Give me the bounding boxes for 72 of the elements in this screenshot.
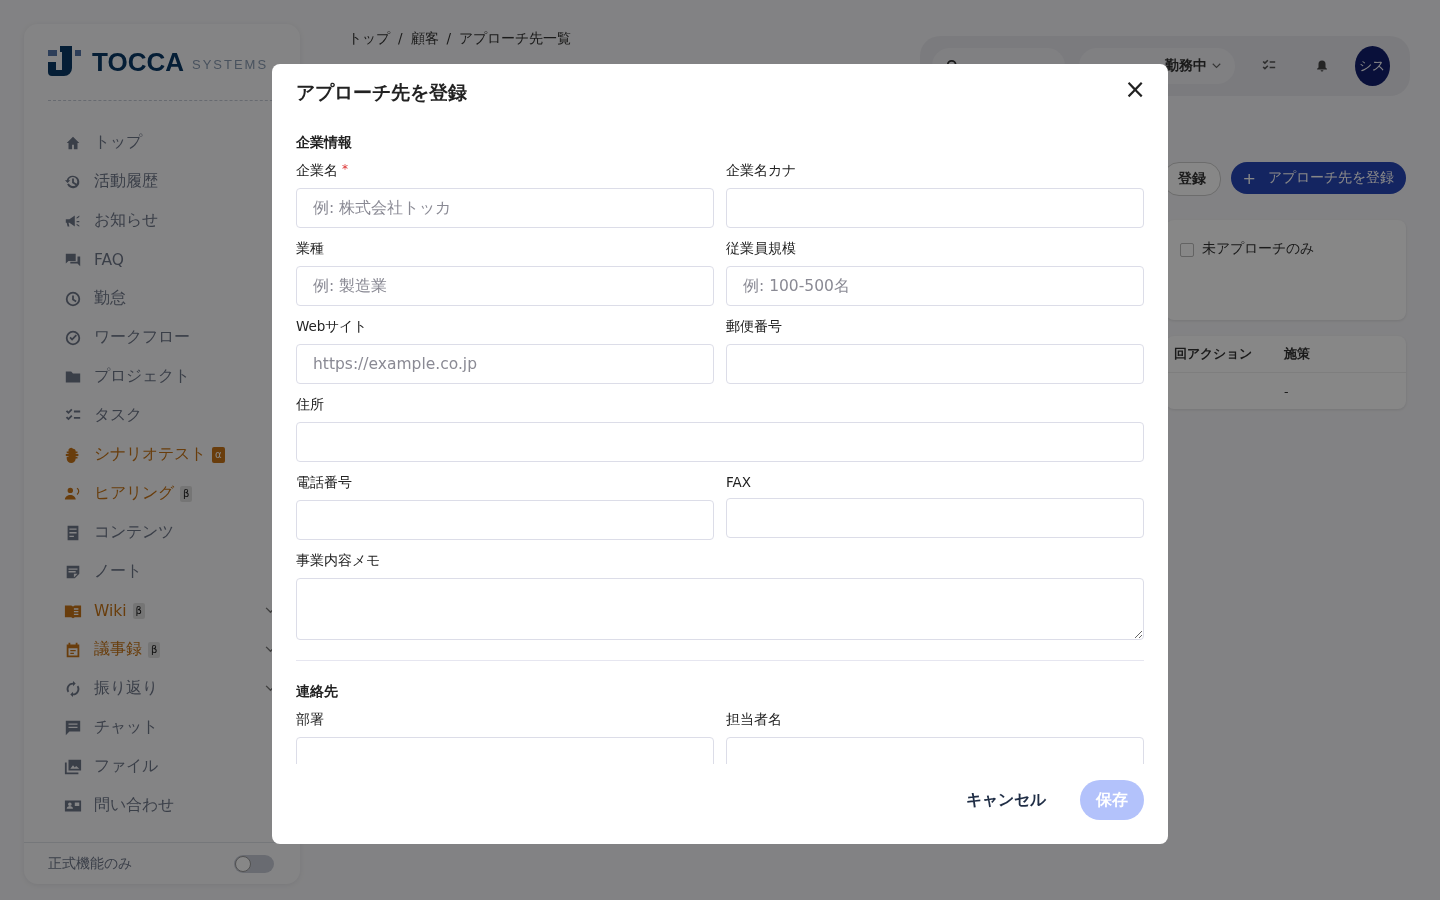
menu-item-icon (64, 679, 82, 698)
input-field[interactable]: 例: 株式会社トッカ (296, 188, 714, 228)
sidebar-item[interactable]: トップ (48, 123, 276, 162)
field-label: 担当者名 (726, 711, 782, 729)
sidebar-item[interactable]: ファイル (48, 747, 276, 786)
menu-item-icon (64, 640, 82, 659)
close-button[interactable]: × (1120, 80, 1150, 98)
field-label: 電話番号 (296, 474, 352, 492)
logo-name: TOCCA (92, 46, 184, 78)
sidebar-item[interactable]: お知らせ (48, 201, 276, 240)
version-badge: β (180, 485, 193, 502)
breadcrumb-link[interactable]: 顧客 (410, 30, 439, 48)
breadcrumb-link[interactable]: トップ (348, 30, 390, 48)
input-field[interactable] (726, 498, 1144, 538)
field-label: Webサイト (296, 318, 368, 336)
cancel-button[interactable]: キャンセル (960, 788, 1052, 812)
input-field[interactable]: https://example.co.jp (296, 344, 714, 384)
checkbox[interactable] (1180, 243, 1194, 257)
menu-item-icon (64, 289, 82, 308)
version-badge: α (212, 446, 225, 463)
sidebar-item[interactable]: ノート (48, 552, 276, 591)
required-mark: * (342, 162, 348, 178)
sidebar-item[interactable]: プロジェクト (48, 357, 276, 396)
input-field[interactable] (296, 500, 714, 540)
sidebar-item[interactable]: 活動履歴 (48, 162, 276, 201)
version-badge: β (132, 602, 145, 619)
menu-item-icon (64, 328, 82, 347)
input-field[interactable] (726, 188, 1144, 228)
register-approach-button[interactable]: + アプローチ先を登録 (1230, 162, 1406, 194)
section-title: 企業情報 (296, 134, 353, 152)
sidebar-item[interactable]: 振り返り (48, 669, 276, 708)
menu-item-icon (64, 757, 82, 776)
field-label: 企業名 (296, 162, 338, 180)
field-label: 従業員規模 (726, 240, 796, 258)
menu-item-icon (64, 718, 82, 737)
section-title: 連絡先 (296, 683, 339, 701)
user-avatar[interactable]: シス (1354, 46, 1390, 86)
sidebar-item[interactable]: ワークフロー (48, 318, 276, 357)
breadcrumb-separator: / (446, 30, 452, 48)
sidebar-item[interactable]: シナリオテスト α (48, 435, 276, 474)
field-label: 企業名カナ (726, 162, 796, 180)
sidebar-item[interactable]: チャット (48, 708, 276, 747)
version-badge: β (148, 641, 161, 658)
sidebar-item[interactable]: ヒアリング β (48, 474, 276, 513)
field-label: 業種 (296, 240, 324, 258)
field-label: 郵便番号 (726, 318, 782, 336)
logo-suffix: SYSTEMS (191, 56, 269, 72)
field-label: 部署 (296, 711, 324, 729)
table-cell: - (1284, 383, 1289, 399)
breadcrumb-link[interactable]: アプローチ先一覧 (459, 30, 572, 48)
field-label: 住所 (296, 396, 324, 414)
column-header: 回アクション (1174, 345, 1253, 363)
memo-field[interactable] (296, 578, 1144, 640)
field-label: 事業内容メモ (296, 552, 380, 570)
input-field[interactable] (726, 344, 1144, 384)
checkbox-label: 未アプローチのみ (1202, 240, 1314, 258)
feature-toggle[interactable] (234, 854, 274, 873)
bell-icon[interactable] (1314, 58, 1329, 74)
column-header: 施策 (1284, 345, 1311, 363)
sidebar-item[interactable]: 勤怠 (48, 279, 276, 318)
sidebar-item[interactable]: タスク (48, 396, 276, 435)
field-label: FAX (726, 474, 751, 490)
input-field[interactable]: 例: 製造業 (296, 266, 714, 306)
sidebar-item[interactable]: FAQ (48, 240, 276, 279)
sidebar-item[interactable]: 問い合わせ (48, 786, 276, 825)
dialog-title: アプローチ先を登録 (296, 80, 467, 105)
input-field[interactable] (296, 422, 1144, 462)
input-field[interactable]: 例: 100-500名 (726, 266, 1144, 306)
chevron-down-icon (1212, 63, 1222, 69)
sidebar-item[interactable]: コンテンツ (48, 513, 276, 552)
breadcrumb-separator: / (398, 30, 403, 48)
toggle-label: 正式機能のみ (48, 854, 132, 873)
